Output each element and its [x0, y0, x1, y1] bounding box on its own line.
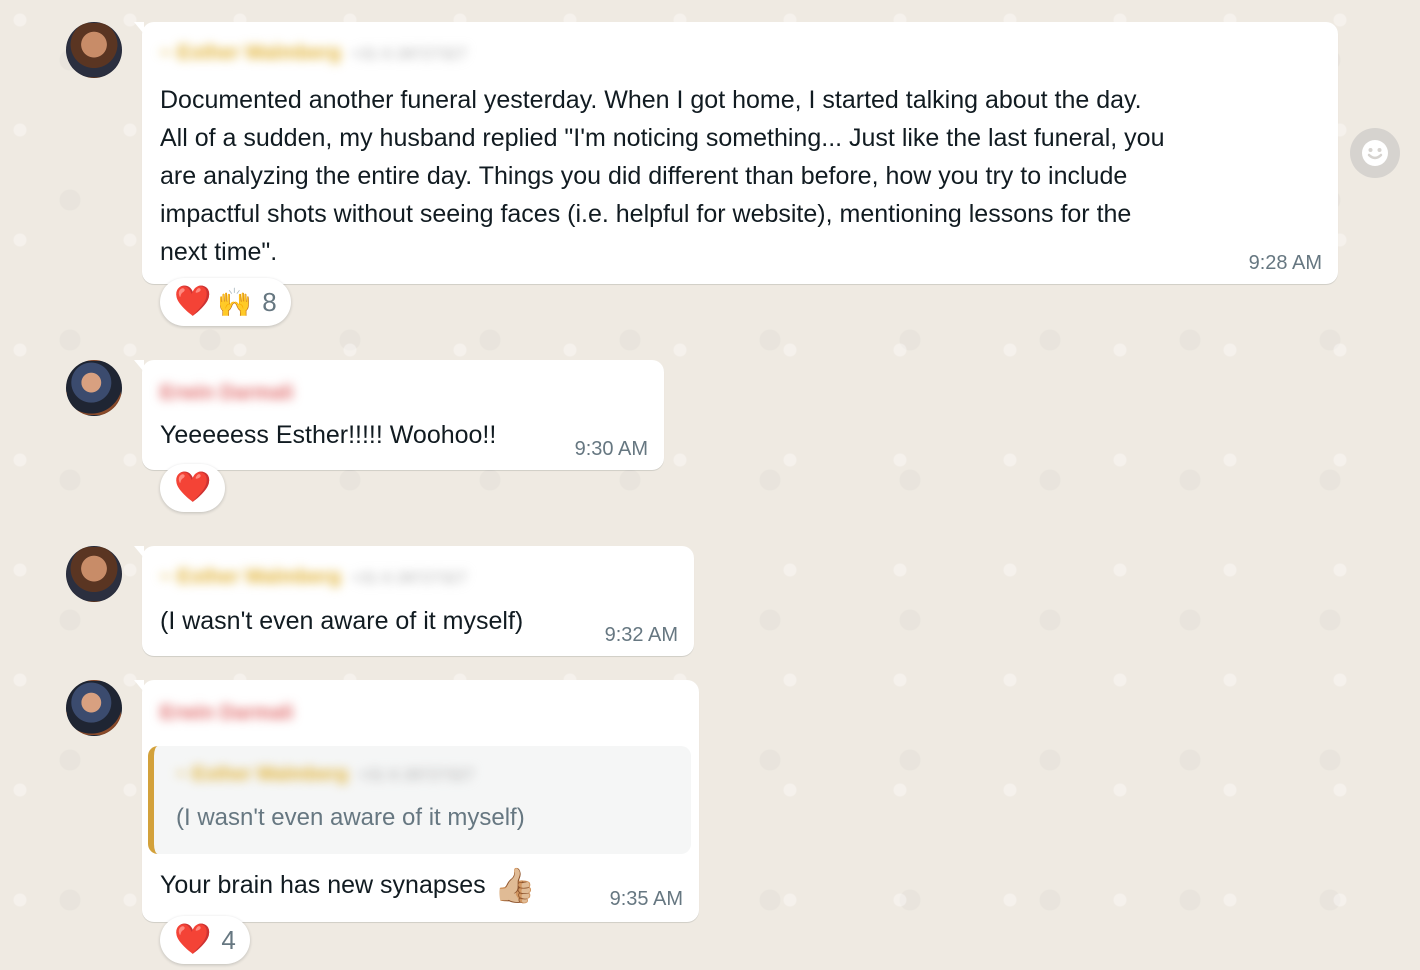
- emoji-reaction-button[interactable]: [1350, 128, 1400, 178]
- message-time: 9:35 AM: [609, 888, 683, 910]
- heart-emoji: ❤️: [174, 285, 212, 318]
- thumbs-up-emoji: 👍🏼: [493, 867, 537, 906]
- quoted-message[interactable]: ~ Esther Walmberg +31 6 28727327 (I wasn'…: [148, 746, 691, 854]
- reactions-pill[interactable]: ❤️ 🙌 8: [160, 278, 291, 326]
- message-time: 9:30 AM: [574, 438, 648, 460]
- avatar-erwin[interactable]: [66, 360, 122, 416]
- message-text: Documented another funeral yesterday. Wh…: [160, 86, 1165, 266]
- sender-name[interactable]: ~ Esther Walmberg +31 6 28727327: [160, 566, 467, 590]
- message-text: Your brain has new synapses 👍🏼: [160, 867, 537, 906]
- sender-name[interactable]: ~ Esther Walmberg +31 6 28727327: [160, 42, 467, 66]
- message-bubble-3[interactable]: ~ Esther Walmberg +31 6 28727327 (I wasn'…: [134, 546, 694, 656]
- message-time: 9:28 AM: [1248, 252, 1322, 274]
- message-text: (I wasn't even aware of it myself): [160, 607, 524, 635]
- quoted-sender: ~ Esther Walmberg +31 6 28727327: [176, 764, 475, 785]
- message-bubble-2[interactable]: Erwin Darmali Yeeeeess Esther!!!!! Wooho…: [134, 360, 664, 470]
- message-text: Yeeeeess Esther!!!!! Woohoo!!: [160, 421, 497, 449]
- sender-name[interactable]: Erwin Darmali: [160, 382, 293, 406]
- avatar-erwin[interactable]: [66, 680, 122, 736]
- reactions-pill[interactable]: ❤️: [160, 464, 226, 512]
- avatar-esther[interactable]: [66, 546, 122, 602]
- sender-name[interactable]: Erwin Darmali: [160, 702, 293, 726]
- quoted-text: (I wasn't even aware of it myself): [176, 804, 525, 831]
- heart-emoji: ❤️: [174, 923, 212, 956]
- message-bubble-4[interactable]: Erwin Darmali ~ Esther Walmberg +31 6 287…: [134, 680, 699, 922]
- message-time: 9:32 AM: [604, 624, 678, 646]
- avatar-esther[interactable]: [66, 22, 122, 78]
- reaction-count: 4: [221, 924, 236, 955]
- reactions-pill[interactable]: ❤️ 4: [160, 916, 250, 964]
- heart-emoji: ❤️: [174, 471, 212, 504]
- reaction-count: 8: [262, 286, 277, 317]
- raised-hands-emoji: 🙌: [217, 286, 253, 318]
- message-bubble-1[interactable]: ~ Esther Walmberg +31 6 28727327 Document…: [134, 22, 1338, 284]
- smiley-icon: [1362, 140, 1388, 166]
